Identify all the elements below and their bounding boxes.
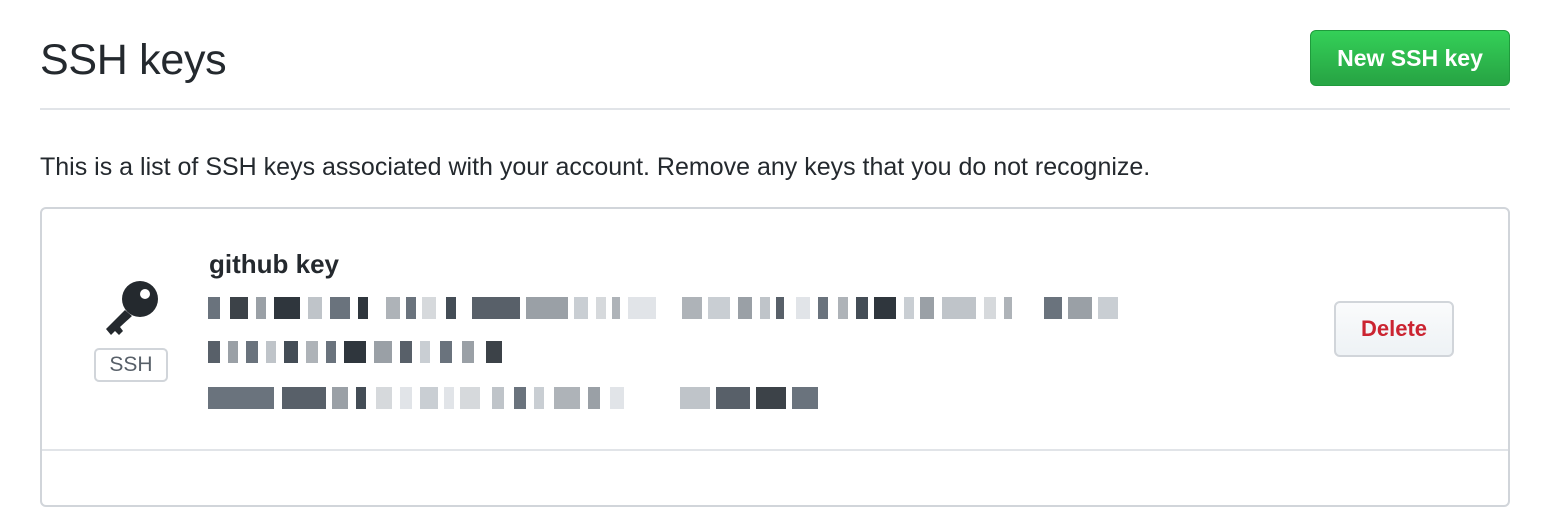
key-icon xyxy=(106,281,158,335)
redacted-fingerprint xyxy=(208,297,1118,319)
new-ssh-key-button[interactable]: New SSH key xyxy=(1310,30,1510,86)
page-header: SSH keys New SSH key xyxy=(40,0,1510,110)
page-title: SSH keys xyxy=(40,36,227,84)
delete-key-button[interactable]: Delete xyxy=(1334,301,1454,357)
ssh-key-list: SSH github key Delete xyxy=(40,207,1510,507)
key-title: github key xyxy=(209,249,340,279)
redacted-last-used xyxy=(208,387,828,409)
ssh-key-item: SSH github key Delete xyxy=(42,209,1508,451)
redacted-added-date xyxy=(208,341,508,363)
key-details-redacted xyxy=(208,295,1148,415)
ssh-type-badge: SSH xyxy=(94,348,168,382)
intro-text: This is a list of SSH keys associated wi… xyxy=(40,153,1151,181)
